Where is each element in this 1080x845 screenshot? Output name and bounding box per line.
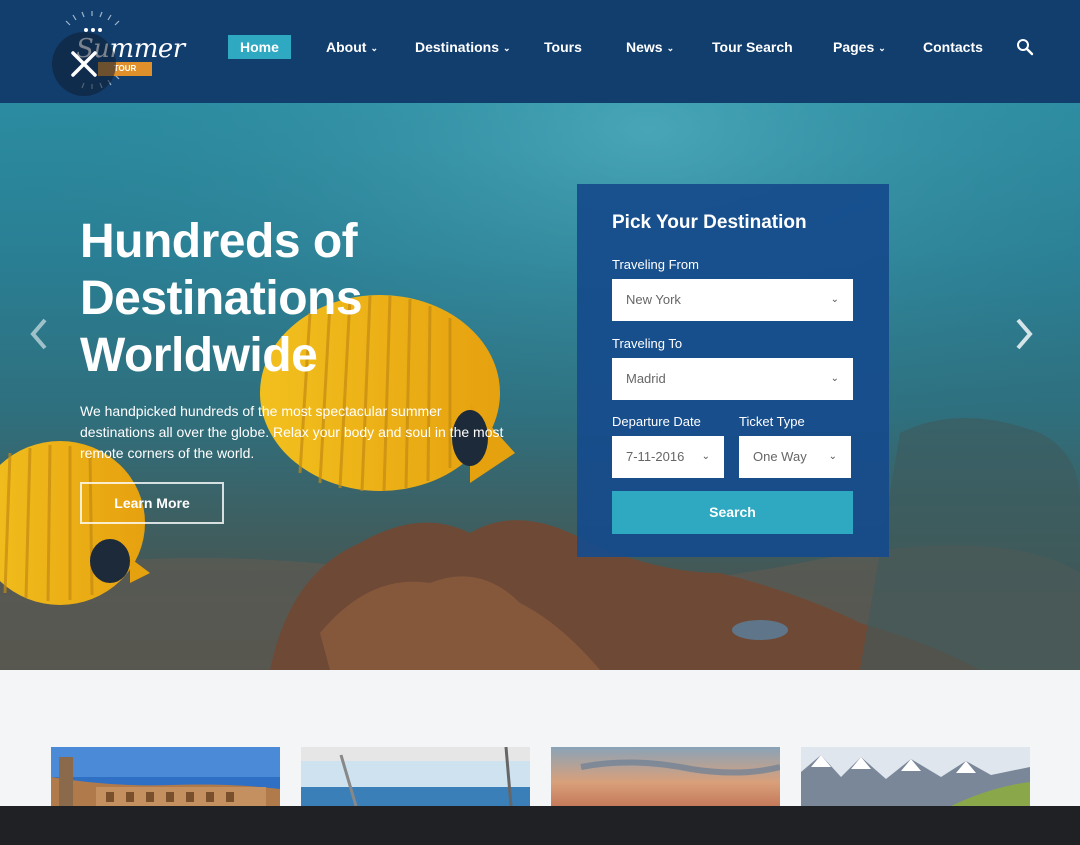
hero-background-image [0, 103, 1080, 670]
chevron-right-icon [1016, 318, 1033, 350]
nav-item-news[interactable]: News ⌄ [626, 35, 674, 59]
nav-label: Contacts [923, 39, 983, 55]
slider-next-arrow[interactable] [1013, 317, 1035, 351]
hero-title-line: Worldwide [80, 329, 318, 382]
traveling-from-label: Traveling From [612, 257, 699, 272]
nav-label: About [326, 39, 367, 55]
departure-date-label: Departure Date [612, 414, 701, 429]
search-icon[interactable] [1016, 38, 1034, 56]
destination-card[interactable] [801, 747, 1030, 806]
nav-item-tours[interactable]: Tours [544, 35, 582, 59]
chevron-down-icon: ⌄ [370, 43, 378, 53]
nav-label: News [626, 39, 663, 55]
select-value: 7-11-2016 [626, 449, 685, 464]
close-icon [71, 51, 97, 77]
close-button[interactable] [52, 32, 116, 96]
destination-card[interactable] [301, 747, 530, 806]
select-value: Madrid [626, 371, 666, 386]
nav-label: Destinations [415, 39, 500, 55]
hero-title: Hundreds of Destinations Worldwide [80, 213, 440, 384]
nav-item-destinations[interactable]: Destinations ⌄ [415, 35, 511, 59]
nav-label: Tour Search [712, 39, 793, 55]
chevron-down-icon: ⌄ [878, 43, 886, 53]
hero-title-line: Destinations [80, 272, 363, 325]
chevron-down-icon: ⌄ [830, 373, 839, 384]
hero-title-line: Hundreds of [80, 215, 358, 268]
site-header: ★ ★ Summer TOUR Home About⌄ Destinations… [0, 0, 1080, 103]
nav-item-home[interactable]: Home [228, 35, 291, 59]
search-button[interactable]: Search [612, 491, 853, 534]
destination-card-image [551, 747, 780, 806]
chevron-down-icon: ⌄ [830, 294, 839, 305]
departure-date-select[interactable]: 7-11-2016 ⌄ [612, 436, 724, 478]
nav-label: Home [240, 39, 279, 55]
form-title: Pick Your Destination [612, 212, 807, 233]
traveling-to-select[interactable]: Madrid ⌄ [612, 358, 853, 400]
nav-label: Tours [544, 39, 582, 55]
destinations-section [0, 670, 1080, 806]
nav-item-about[interactable]: About ⌄ [326, 35, 378, 59]
chevron-down-icon: ⌄ [666, 43, 675, 53]
nav-item-contacts[interactable]: Contacts [923, 35, 983, 59]
slider-prev-arrow[interactable] [28, 317, 50, 351]
chevron-down-icon: ⌄ [503, 43, 511, 53]
traveling-from-select[interactable]: New York ⌄ [612, 279, 853, 321]
nav-label: Pages [833, 39, 875, 55]
hero-description: We handpicked hundreds of the most spect… [80, 403, 504, 461]
logo[interactable]: ★ ★ Summer TOUR [26, 10, 185, 96]
nav-item-tour-search[interactable]: Tour Search [712, 35, 793, 59]
destination-card-image [51, 747, 280, 806]
destination-card[interactable] [51, 747, 280, 806]
destination-card[interactable] [551, 747, 780, 806]
destination-card-image [801, 747, 1030, 806]
chevron-down-icon: ⌄ [701, 451, 710, 462]
destination-search-form: Pick Your Destination Traveling From New… [577, 184, 889, 557]
select-value: One Way [753, 449, 807, 464]
chevron-down-icon: ⌄ [828, 451, 837, 462]
learn-more-button[interactable]: Learn More [80, 482, 224, 524]
chevron-left-icon [30, 318, 47, 350]
ticket-type-label: Ticket Type [739, 414, 805, 429]
ticket-type-select[interactable]: One Way ⌄ [739, 436, 851, 478]
bottom-bar [0, 806, 1080, 845]
hero-slider: Hundreds of Destinations Worldwide We ha… [0, 103, 1080, 670]
nav-item-pages[interactable]: Pages ⌄ [833, 35, 886, 59]
traveling-to-label: Traveling To [612, 336, 683, 351]
select-value: New York [626, 292, 681, 307]
destination-card-image [301, 747, 530, 806]
